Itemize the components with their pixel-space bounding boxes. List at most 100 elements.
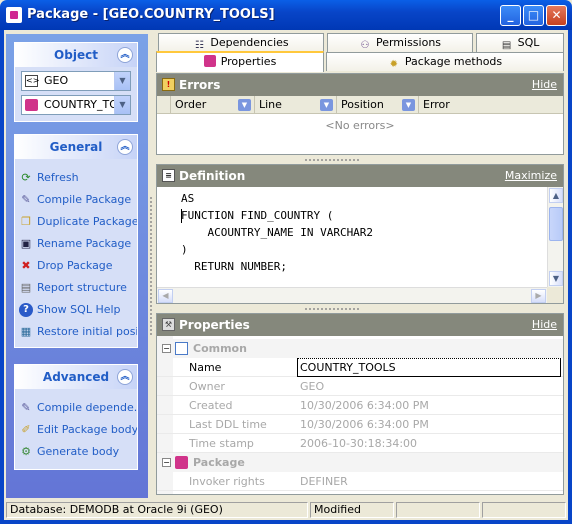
property-name: Owner [189, 380, 225, 393]
property-value: GEO [300, 380, 325, 393]
tab-package-methods[interactable]: ✹ Package methods [326, 52, 564, 71]
duplicate-package-link[interactable]: ❐ Duplicate Package [15, 211, 137, 233]
compile-dependents-link[interactable]: ✎ Compile depende... [15, 397, 137, 419]
scroll-left-icon[interactable]: ◀ [158, 289, 173, 303]
properties-tab-icon [203, 55, 216, 67]
tab-properties[interactable]: Properties [156, 51, 324, 72]
column-line[interactable]: Line ▼ [255, 96, 337, 114]
panel-splitter[interactable] [304, 307, 360, 311]
category-package[interactable]: − Package [157, 453, 563, 472]
permissions-icon: ⚇ [360, 40, 370, 51]
nav-item-label: Edit Package body [37, 423, 137, 436]
column-error[interactable]: Error [419, 96, 563, 114]
tab-label: Package methods [404, 55, 503, 68]
compile-package-link[interactable]: ✎ Compile Package [15, 189, 137, 211]
scroll-corner [547, 287, 563, 303]
column-position[interactable]: Position ▼ [337, 96, 419, 114]
property-value: DEFINER [300, 475, 348, 488]
horizontal-scrollbar[interactable]: ◀ ▶ [157, 287, 547, 303]
collapse-chevron-icon[interactable]: ︽ [117, 47, 133, 63]
package-app-icon [6, 7, 22, 23]
dropdown-arrow-icon[interactable]: ▼ [114, 72, 130, 90]
restore-position-link[interactable]: ▦ Restore initial posi... [15, 321, 137, 343]
tab-permissions[interactable]: ⚇ Permissions [327, 33, 473, 52]
object-combo[interactable]: COUNTRY_TO ▼ [21, 95, 131, 115]
vertical-scrollbar[interactable]: ▲ ▼ [547, 187, 563, 287]
object-group-header[interactable]: Object ︽ [15, 43, 137, 67]
definition-icon: ≡ [162, 169, 175, 182]
column-label: Position [341, 98, 384, 111]
properties-title: Properties [179, 318, 250, 332]
errors-title: Errors [179, 78, 221, 92]
property-row-invoker-rights[interactable]: Invoker rights DEFINER [157, 472, 563, 491]
properties-icon: ⚒ [162, 318, 175, 331]
nav-item-label: Refresh [37, 171, 79, 184]
show-sql-help-link[interactable]: ? Show SQL Help [15, 299, 137, 321]
errors-icon: ! [162, 78, 175, 91]
code-line: RETURN NUMBER; [181, 260, 287, 273]
definition-title: Definition [179, 169, 246, 183]
object-group: Object ︽ <> GEO ▼ COUNTRY_TO ▼ [14, 42, 138, 122]
title-bar[interactable]: Package - [GEO.COUNTRY_TOOLS] _ □ ✕ [0, 0, 572, 30]
column-label: Order [175, 98, 207, 111]
general-group-title: General [49, 140, 103, 154]
property-value: 2006-10-30:18:34:00 [300, 437, 418, 450]
category-common[interactable]: − Common [157, 339, 563, 358]
property-row-owner[interactable]: Owner GEO [157, 377, 563, 396]
errors-hide-link[interactable]: Hide [532, 74, 557, 96]
tab-sql[interactable]: ▤ SQL [476, 33, 564, 52]
minimize-button[interactable]: _ [500, 5, 521, 26]
property-row-name[interactable]: Name COUNTRY_TOOLS [157, 358, 563, 377]
code-line: FUNCTION FIND_COUNTRY ( [181, 209, 334, 222]
refresh-icon: ⟳ [21, 171, 31, 184]
maximize-button[interactable]: □ [523, 5, 544, 26]
general-group-header[interactable]: General ︽ [15, 135, 137, 159]
property-row-created[interactable]: Created 10/30/2006 6:34:00 PM [157, 396, 563, 415]
status-bar: Database: DEMODB at Oracle 9i (GEO) Modi… [4, 500, 568, 520]
refresh-link[interactable]: ⟳ Refresh [15, 167, 137, 189]
grid-indicator [157, 96, 171, 114]
scroll-thumb[interactable] [549, 207, 563, 241]
rename-package-link[interactable]: ▣ Rename Package [15, 233, 137, 255]
scroll-right-icon[interactable]: ▶ [531, 289, 546, 303]
scroll-up-icon[interactable]: ▲ [549, 188, 563, 203]
property-name: Invoker rights [189, 475, 265, 488]
drop-package-link[interactable]: ✖ Drop Package [15, 255, 137, 277]
generate-body-link[interactable]: ⚙ Generate body [15, 441, 137, 463]
property-row-timestamp[interactable]: Time stamp 2006-10-30:18:34:00 [157, 434, 563, 453]
collapse-minus-icon[interactable]: − [162, 458, 171, 467]
collapse-chevron-icon[interactable]: ︽ [117, 369, 133, 385]
sql-editor[interactable]: AS FUNCTION FIND_COUNTRY ( ACOUNTRY_NAME … [157, 187, 547, 287]
pane-splitter[interactable] [149, 196, 153, 336]
property-name: Last DDL time [189, 418, 267, 431]
close-button[interactable]: ✕ [546, 5, 567, 26]
filter-dropdown-icon[interactable]: ▼ [320, 99, 333, 111]
panel-splitter[interactable] [304, 158, 360, 162]
status-database: Database: DEMODB at Oracle 9i (GEO) [6, 502, 308, 518]
advanced-group-title: Advanced [42, 370, 110, 384]
tab-label: Dependencies [210, 36, 289, 49]
duplicate-icon: ❐ [21, 215, 31, 228]
collapse-chevron-icon[interactable]: ︽ [117, 139, 133, 155]
column-order[interactable]: Order ▼ [171, 96, 255, 114]
dropdown-arrow-icon[interactable]: ▼ [114, 96, 130, 114]
report-structure-link[interactable]: ▤ Report structure [15, 277, 137, 299]
property-value: 10/30/2006 6:34:00 PM [300, 399, 429, 412]
collapse-minus-icon[interactable]: − [162, 344, 171, 353]
column-label: Line [259, 98, 282, 111]
edit-package-body-link[interactable]: ✐ Edit Package body [15, 419, 137, 441]
nav-item-label: Restore initial posi... [37, 325, 137, 338]
advanced-group-header[interactable]: Advanced ︽ [15, 365, 137, 389]
scroll-down-icon[interactable]: ▼ [549, 271, 563, 286]
filter-dropdown-icon[interactable]: ▼ [238, 99, 251, 111]
property-name: Created [189, 399, 233, 412]
sql-icon: ▤ [501, 40, 512, 51]
filter-dropdown-icon[interactable]: ▼ [402, 99, 415, 111]
report-icon: ▤ [20, 281, 32, 294]
tab-dependencies[interactable]: ☷ Dependencies [158, 33, 324, 52]
property-row-last-ddl[interactable]: Last DDL time 10/30/2006 6:34:00 PM [157, 415, 563, 434]
object-group-title: Object [54, 48, 98, 62]
definition-maximize-link[interactable]: Maximize [505, 165, 557, 187]
schema-combo[interactable]: <> GEO ▼ [21, 71, 131, 91]
properties-hide-link[interactable]: Hide [532, 314, 557, 336]
